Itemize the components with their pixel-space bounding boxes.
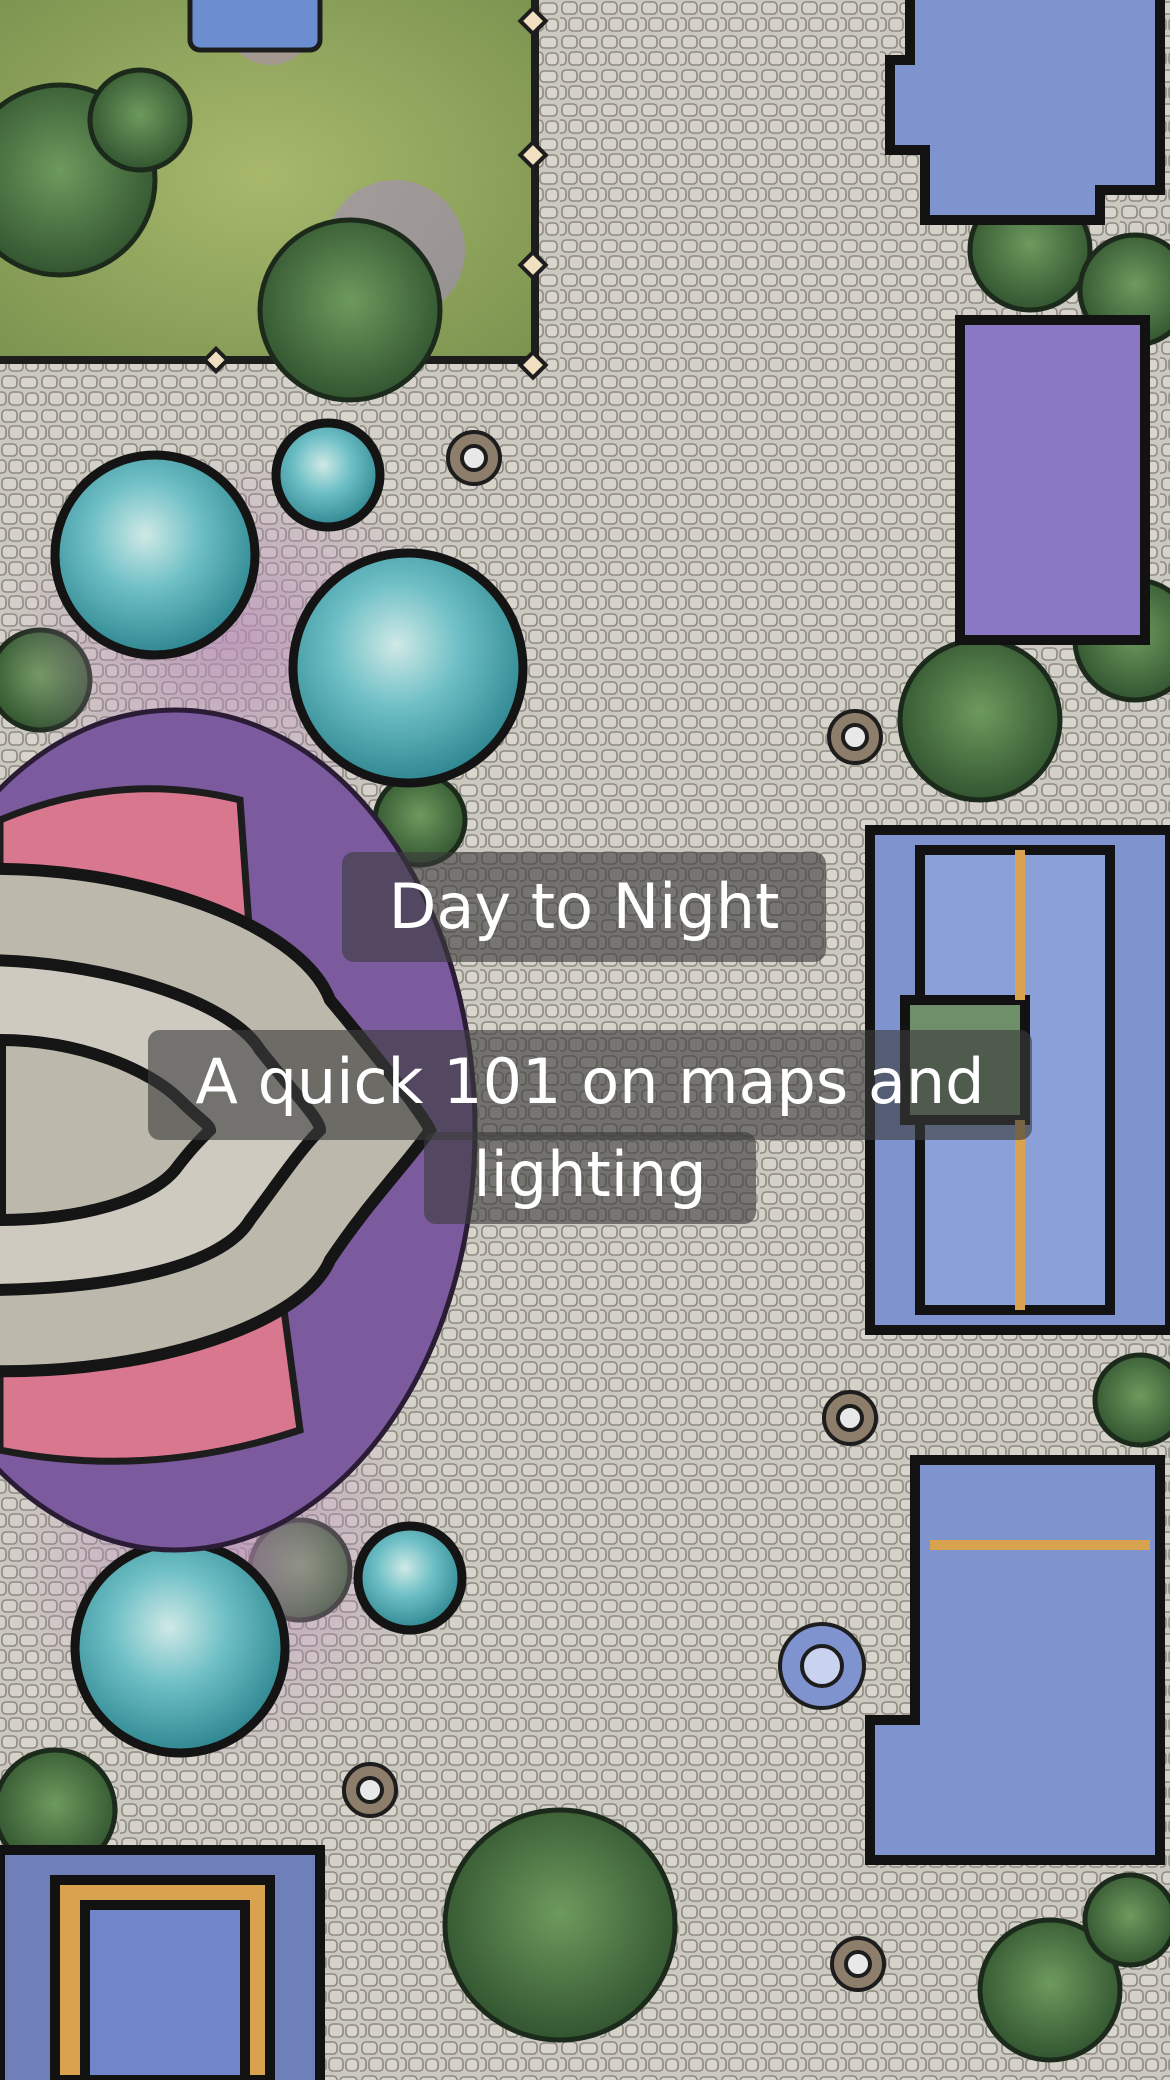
subtitle-caption-line2: lighting [424, 1132, 756, 1224]
title-caption: Day to Night [342, 852, 826, 962]
subtitle-caption-line1: A quick 101 on maps and [148, 1030, 1032, 1140]
